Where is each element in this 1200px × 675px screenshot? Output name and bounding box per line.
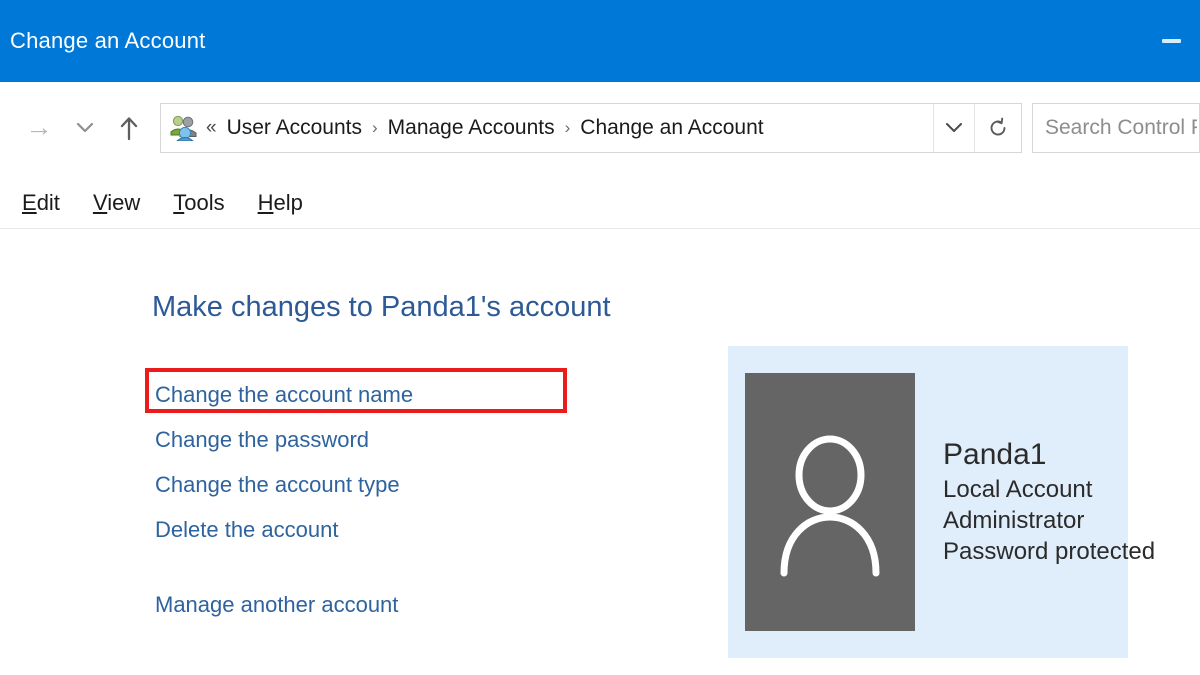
- menu-accel-view: V: [92, 190, 108, 215]
- account-password-status: Password protected: [943, 537, 1156, 565]
- arrow-right-icon: →: [25, 112, 53, 142]
- content-area: Make changes to Panda1's account Change …: [0, 229, 1200, 675]
- menu-item-tools[interactable]: Tools: [173, 190, 224, 216]
- window-title: Change an Account: [10, 28, 206, 53]
- menu-item-edit[interactable]: Edit: [22, 190, 60, 216]
- task-row-manage-another-account: Manage another account: [155, 582, 585, 627]
- account-role-administrator: Administrator: [943, 506, 1085, 534]
- menu-label-help: elp: [273, 190, 303, 215]
- link-delete-the-account[interactable]: Delete the account: [155, 517, 338, 543]
- refresh-button[interactable]: [974, 103, 1021, 152]
- breadcrumb-separator: ›: [371, 117, 378, 137]
- menu-accel-help: H: [257, 190, 274, 215]
- minimize-icon: [1161, 39, 1181, 43]
- arrow-up-icon: [120, 116, 138, 140]
- task-row-change-password: Change the password: [155, 417, 585, 462]
- avatar: [745, 373, 915, 631]
- chevron-down-icon: [76, 122, 94, 132]
- menu-bar: Edit View Tools Help: [0, 178, 1200, 228]
- user-avatar-icon: [780, 435, 880, 577]
- menu-item-help[interactable]: Help: [258, 190, 303, 216]
- search-box[interactable]: [1032, 102, 1200, 153]
- window-titlebar: Change an Account: [0, 0, 1200, 82]
- account-name: Panda1: [943, 437, 1047, 471]
- link-change-the-account-type[interactable]: Change the account type: [155, 472, 400, 498]
- up-button[interactable]: [110, 102, 148, 154]
- refresh-icon: [990, 117, 1006, 135]
- address-dropdown-button[interactable]: [933, 103, 974, 152]
- account-type-local: Local Account: [943, 475, 1093, 503]
- breadcrumb-separator: ›: [564, 117, 571, 137]
- account-task-list: Change the account name Change the passw…: [155, 372, 585, 627]
- account-info: Panda1 Local Account Administrator Passw…: [943, 437, 1155, 567]
- minimize-button[interactable]: [1142, 0, 1200, 82]
- menu-item-view[interactable]: View: [93, 190, 140, 216]
- breadcrumb-overflow[interactable]: «: [206, 117, 217, 139]
- recent-locations-button[interactable]: [66, 102, 104, 154]
- chevron-down-icon: [946, 122, 962, 132]
- link-manage-another-account[interactable]: Manage another account: [155, 592, 398, 618]
- menu-accel-edit: E: [22, 190, 37, 215]
- account-summary-panel: Panda1 Local Account Administrator Passw…: [728, 346, 1155, 658]
- page-title: Make changes to Panda1's account: [152, 291, 611, 323]
- menu-label-edit: dit: [36, 190, 60, 215]
- breadcrumb-change-an-account[interactable]: Change an Account: [579, 114, 764, 142]
- menu-label-tools: ools: [184, 190, 225, 215]
- user-accounts-icon: [169, 115, 199, 141]
- link-change-the-password[interactable]: Change the password: [155, 427, 369, 453]
- navigation-bar: → « User Accounts › Manage Accounts › Ch: [0, 85, 1200, 170]
- task-row-change-account-type: Change the account type: [155, 462, 585, 507]
- breadcrumb-user-accounts[interactable]: User Accounts: [226, 114, 363, 142]
- window-controls: [1142, 0, 1200, 82]
- search-input[interactable]: [1033, 103, 1199, 152]
- task-row-delete-account: Delete the account: [155, 507, 585, 552]
- link-change-the-account-name[interactable]: Change the account name: [155, 382, 413, 408]
- address-bar[interactable]: « User Accounts › Manage Accounts › Chan…: [160, 102, 1022, 153]
- menu-accel-tools: T: [173, 190, 185, 215]
- breadcrumb-manage-accounts[interactable]: Manage Accounts: [387, 114, 556, 142]
- menu-label-view: iew: [107, 190, 141, 215]
- task-row-change-account-name: Change the account name: [155, 372, 585, 417]
- forward-button[interactable]: →: [20, 102, 58, 154]
